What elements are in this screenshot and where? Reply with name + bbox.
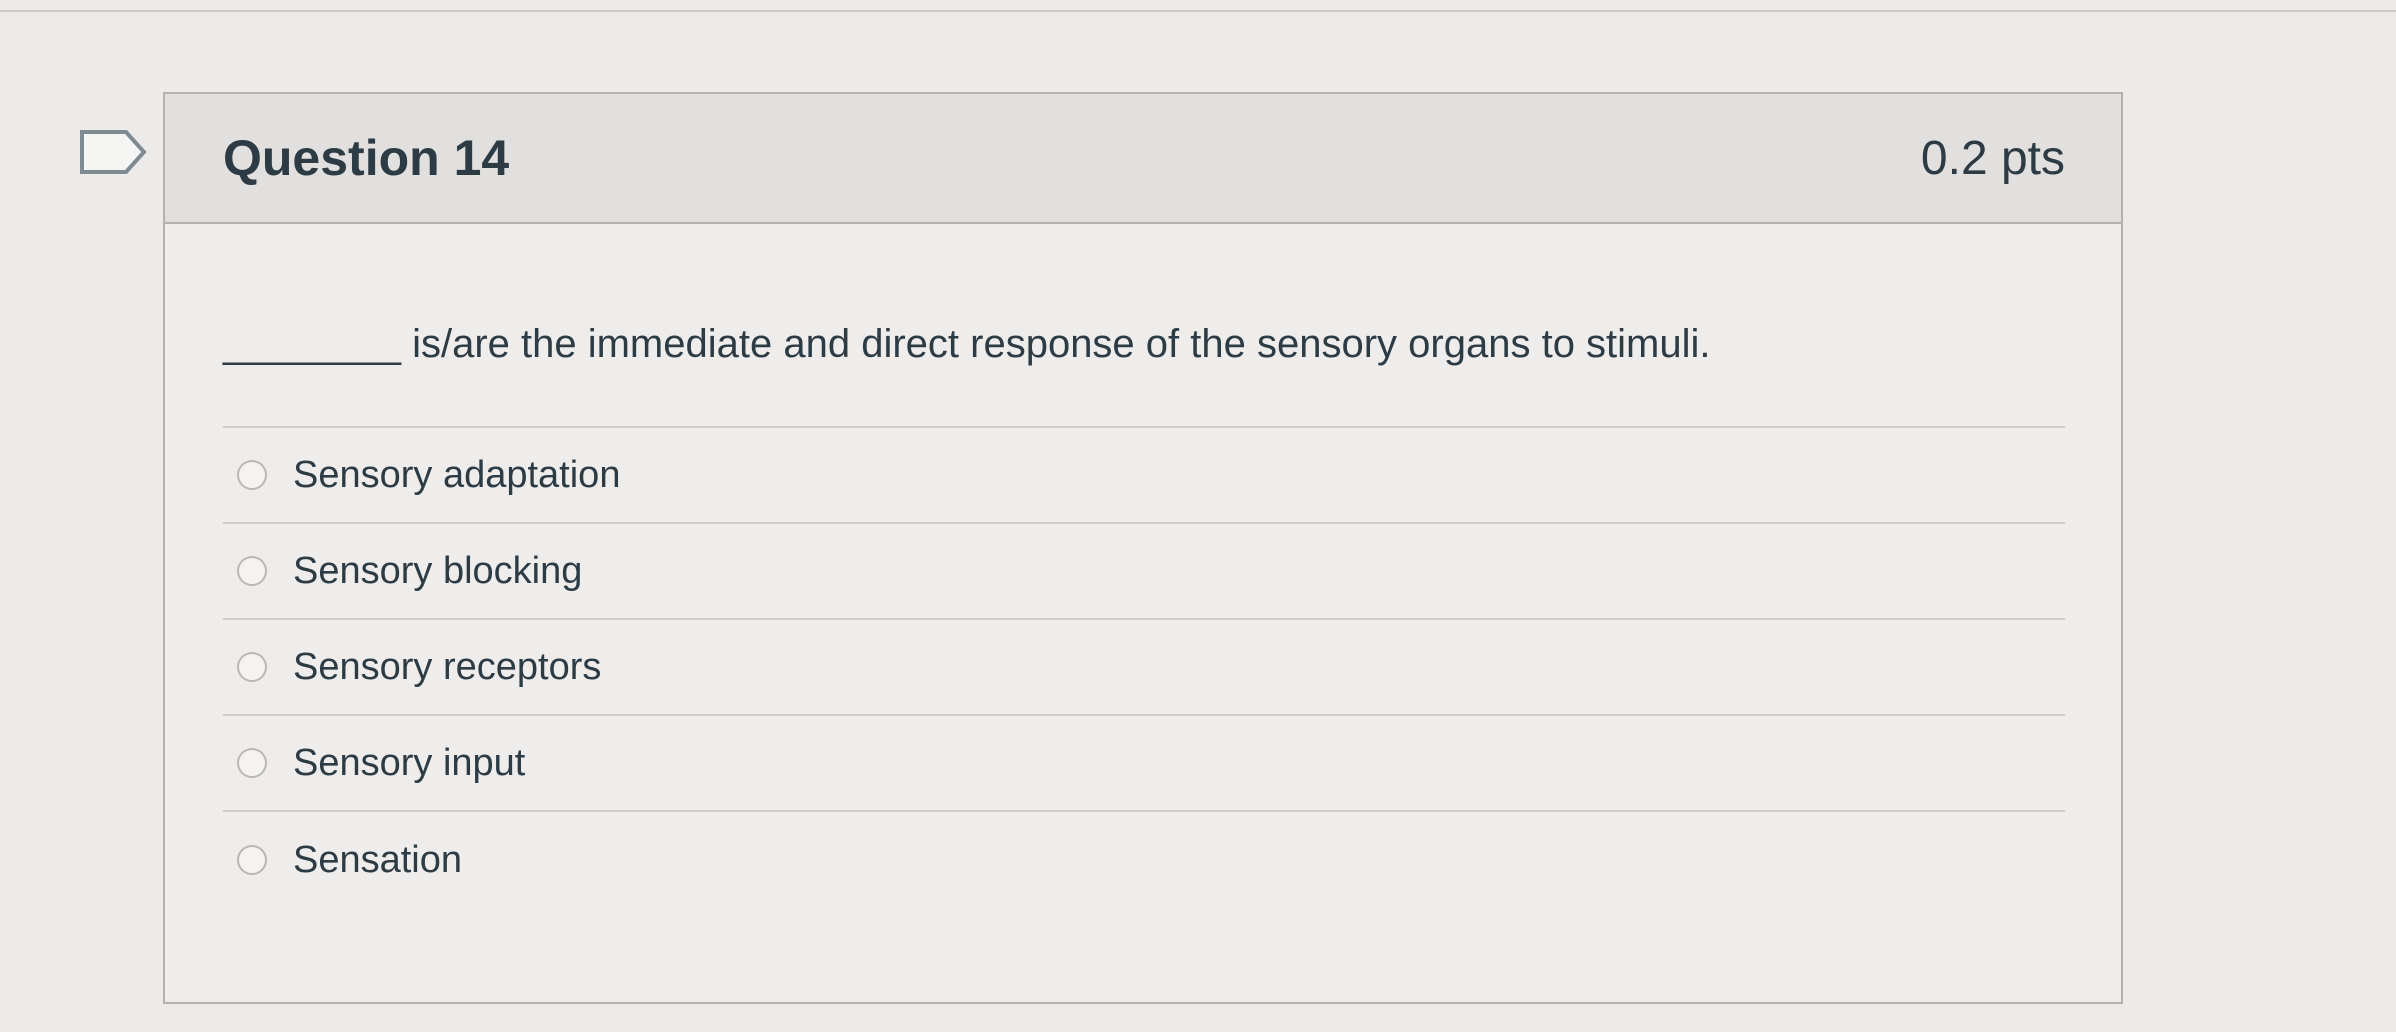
question-header: Question 14 0.2 pts: [165, 94, 2121, 224]
question-points: 0.2 pts: [1920, 131, 2065, 185]
answer-label: Sensory input: [293, 741, 526, 784]
answer-label: Sensory adaptation: [293, 453, 621, 496]
answer-option-sensory-adaptation[interactable]: Sensory adaptation: [223, 428, 2065, 524]
flag-question-icon[interactable]: [78, 128, 148, 176]
answer-list: Sensory adaptation Sensory blocking Sens…: [223, 426, 2065, 908]
answer-option-sensory-blocking[interactable]: Sensory blocking: [223, 524, 2065, 620]
radio-button-icon[interactable]: [237, 460, 267, 490]
radio-button-icon[interactable]: [237, 556, 267, 586]
radio-button-icon[interactable]: [237, 845, 267, 875]
question-title: Question 14: [223, 130, 510, 186]
question-text: ________ is/are the immediate and direct…: [223, 322, 1711, 366]
question-card: Question 14 0.2 pts ________ is/are the …: [163, 92, 2123, 1004]
answer-label: Sensation: [293, 838, 463, 881]
answer-option-sensory-input[interactable]: Sensory input: [223, 716, 2065, 812]
page-top-divider: [0, 10, 2396, 12]
answer-option-sensation[interactable]: Sensation: [223, 812, 2065, 908]
radio-button-icon[interactable]: [237, 652, 267, 682]
answer-label: Sensory blocking: [293, 549, 583, 592]
answer-label: Sensory receptors: [293, 645, 602, 688]
radio-button-icon[interactable]: [237, 748, 267, 778]
question-body: ________ is/are the immediate and direct…: [165, 320, 2121, 908]
answer-option-sensory-receptors[interactable]: Sensory receptors: [223, 620, 2065, 716]
